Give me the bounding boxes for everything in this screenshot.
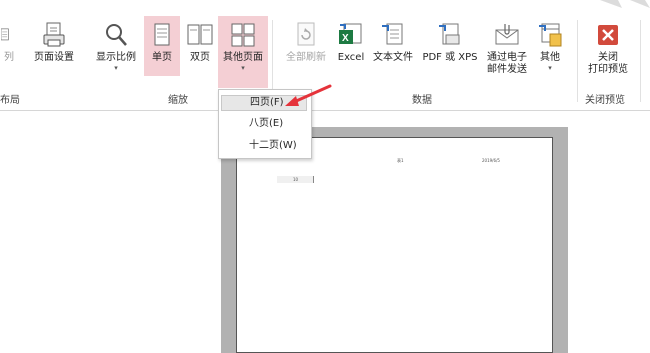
separator [577, 20, 578, 102]
columns-icon [1, 28, 9, 41]
email-button[interactable]: 通过电子 邮件发送 [482, 16, 532, 76]
group-label-layout: 布局 [0, 95, 20, 106]
text-file-label: 文本文件 [373, 52, 413, 63]
menu-item-twelve-pages[interactable]: 十二页(W) [249, 139, 297, 153]
page-header-center: 表1 [397, 158, 404, 163]
more-export-button[interactable]: 其他 ▾ [534, 16, 566, 76]
ribbon: 列 页面设置 显示比例 ▾ 单页 双页 其他页面 ▾ 全部刷新 X Excel … [0, 0, 650, 111]
excel-button[interactable]: X Excel [334, 16, 368, 76]
partial-button-left[interactable]: 列 [0, 16, 18, 76]
one-page-button[interactable]: 单页 [144, 16, 180, 76]
group-label-data: 数据 [412, 95, 432, 106]
excel-label: Excel [337, 52, 365, 63]
one-page-label: 单页 [152, 52, 172, 63]
single-page-icon [154, 23, 170, 46]
pdf-xps-label: PDF 或 XPS [422, 52, 478, 63]
page-setup-icon [43, 22, 65, 47]
text-file-button[interactable]: 文本文件 [369, 16, 417, 76]
more-export-label: 其他 [540, 52, 560, 63]
refresh-all-label: 全部刷新 [286, 52, 326, 63]
pdf-xps-button[interactable]: PDF 或 XPS [418, 16, 482, 76]
refresh-icon [297, 22, 315, 46]
page-setup-button[interactable]: 页面设置 [28, 16, 80, 76]
multi-page-icon [231, 23, 255, 47]
two-pages-icon [187, 24, 213, 45]
window-corner-decoration [600, 0, 650, 8]
magnifier-icon [106, 24, 127, 46]
email-label: 通过电子 邮件发送 [487, 52, 527, 75]
group-label-zoom: 缩放 [168, 95, 188, 106]
svg-text:X: X [342, 33, 349, 44]
group-label-close: 关闭预览 [585, 95, 625, 106]
close-icon [598, 25, 618, 45]
refresh-all-button[interactable]: 全部刷新 [282, 16, 330, 76]
two-pages-label: 双页 [190, 52, 210, 63]
email-attachment-icon [495, 24, 519, 45]
text-file-icon [382, 23, 403, 45]
menu-item-eight-pages[interactable]: 八页(E) [249, 117, 283, 131]
more-pages-dropdown: 四页(F) 八页(E) 十二页(W) [218, 89, 312, 159]
menu-item-four-pages[interactable]: 四页(F) [221, 95, 307, 111]
close-preview-label: 关闭 打印预览 [588, 52, 628, 75]
close-preview-button[interactable]: 关闭 打印预览 [582, 16, 634, 76]
more-pages-button[interactable]: 其他页面 ▾ [218, 16, 268, 88]
page-header-right: 2019/6/5 [482, 158, 500, 163]
database-export-icon [539, 23, 562, 47]
zoom-label: 显示比例 [96, 52, 136, 63]
chevron-down-icon: ▾ [241, 64, 245, 72]
chevron-down-icon: ▾ [548, 64, 552, 72]
partial-left-label: 列 [4, 52, 14, 63]
separator [640, 20, 641, 102]
more-pages-label: 其他页面 [223, 52, 263, 63]
excel-icon: X [339, 23, 362, 44]
page-setup-label: 页面设置 [34, 52, 74, 63]
chevron-down-icon: ▾ [114, 64, 118, 72]
table-cell: 10 [277, 176, 314, 183]
zoom-button[interactable]: 显示比例 ▾ [92, 16, 140, 76]
two-pages-button[interactable]: 双页 [183, 16, 217, 76]
preview-page[interactable]: 表1 2019/6/5 10 [236, 137, 553, 353]
pdf-icon [439, 23, 460, 45]
cell-value: 10 [293, 177, 299, 182]
